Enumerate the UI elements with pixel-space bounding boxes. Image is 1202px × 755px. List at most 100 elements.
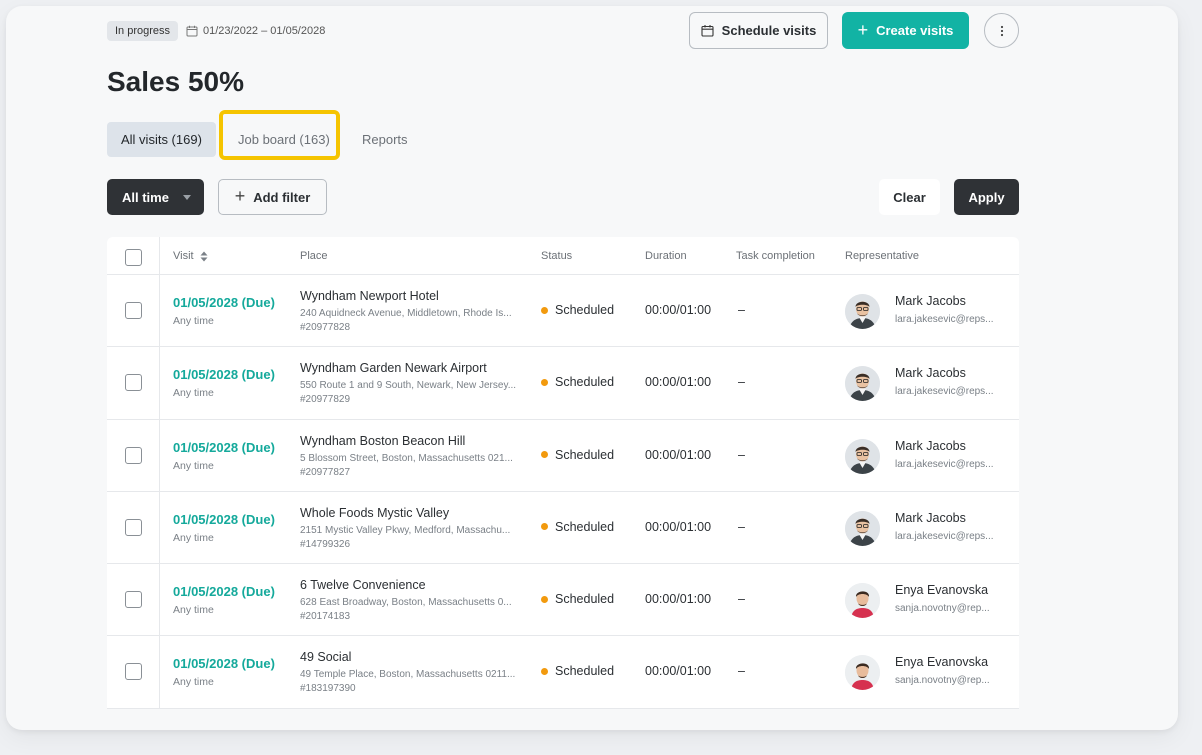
- status-label: Scheduled: [555, 592, 615, 607]
- add-filter-button[interactable]: + Add filter: [218, 179, 327, 215]
- visit-duration: 00:00/01:00: [645, 592, 712, 607]
- avatar: [845, 655, 880, 691]
- tab-reports[interactable]: Reports: [348, 122, 422, 157]
- avatar: [845, 583, 880, 619]
- status-badge: In progress: [107, 21, 179, 41]
- time-filter-dropdown[interactable]: All time: [107, 179, 204, 215]
- tab-all-visits[interactable]: All visits (169): [107, 122, 216, 157]
- avatar: [845, 438, 880, 474]
- table-body: 01/05/2028 (Due) Any time Wyndham Newpor…: [107, 275, 1019, 709]
- table-row[interactable]: 01/05/2028 (Due) Any time Whole Foods My…: [107, 492, 1019, 565]
- representative-email: sanja.novotny@rep...: [895, 675, 990, 687]
- place-address: 49 Temple Place, Boston, Massachusetts 0…: [300, 669, 516, 681]
- time-filter-label: All time: [122, 189, 169, 205]
- task-completion: –: [738, 592, 745, 607]
- representative-email: lara.jakesevic@reps...: [895, 530, 994, 542]
- representative-email: sanja.novotny@rep...: [895, 603, 990, 615]
- visit-date-link[interactable]: 01/05/2028 (Due): [173, 656, 275, 671]
- date-range: 01/23/2022 – 01/05/2028: [186, 21, 325, 41]
- place-id: #20977827: [300, 466, 351, 478]
- male-avatar-icon: [845, 510, 880, 546]
- place-address: 550 Route 1 and 9 South, Newark, New Jer…: [300, 380, 517, 392]
- row-checkbox[interactable]: [125, 518, 142, 536]
- task-completion: –: [738, 375, 745, 390]
- table-row[interactable]: 01/05/2028 (Due) Any time Wyndham Newpor…: [107, 275, 1019, 348]
- place-address: 5 Blossom Street, Boston, Massachusetts …: [300, 452, 513, 464]
- place-name: Wyndham Boston Beacon Hill: [300, 433, 466, 448]
- status-label: Scheduled: [555, 519, 615, 534]
- visit-duration: 00:00/01:00: [645, 375, 712, 390]
- sort-icon: [200, 251, 208, 261]
- row-checkbox[interactable]: [125, 374, 142, 392]
- create-visits-label: Create visits: [876, 23, 954, 38]
- add-filter-label: Add filter: [253, 189, 311, 205]
- place-address: 628 East Broadway, Boston, Massachusetts…: [300, 597, 512, 609]
- place-id: #14799326: [300, 538, 351, 550]
- table-header: Visit Place Status Duration Task complet…: [107, 237, 1019, 275]
- schedule-visits-label: Schedule visits: [721, 23, 817, 38]
- representative-name: Enya Evanovska: [895, 655, 989, 670]
- table-row[interactable]: 01/05/2028 (Due) Any time Wyndham Boston…: [107, 420, 1019, 492]
- place-id: #183197390: [300, 683, 356, 695]
- female-avatar-icon: [845, 583, 880, 619]
- visit-date-link[interactable]: 01/05/2028 (Due): [173, 295, 275, 310]
- task-completion: –: [738, 303, 745, 317]
- visit-duration: 00:00/01:00: [645, 447, 712, 462]
- status-dot-icon: [541, 667, 548, 675]
- row-checkbox[interactable]: [125, 302, 142, 319]
- place-name: Whole Foods Mystic Valley: [300, 505, 450, 520]
- avatar: [845, 294, 880, 329]
- plus-icon: +: [234, 186, 246, 206]
- male-avatar-icon: [845, 438, 880, 474]
- tab-job-board[interactable]: Job board (163): [224, 122, 344, 157]
- status-dot-icon: [541, 378, 548, 386]
- page-title: Sales 50%: [107, 66, 244, 97]
- place-id: #20174183: [300, 611, 351, 623]
- clear-button[interactable]: Clear: [879, 179, 940, 215]
- task-completion: –: [738, 519, 745, 534]
- plus-icon: +: [857, 19, 869, 40]
- visit-time: Any time: [173, 315, 214, 327]
- more-options-button[interactable]: [984, 13, 1019, 48]
- visits-table: Visit Place Status Duration Task complet…: [107, 237, 1019, 709]
- representative-name: Enya Evanovska: [895, 583, 989, 598]
- visit-time: Any time: [173, 459, 214, 472]
- row-checkbox[interactable]: [125, 663, 142, 681]
- visit-date-link[interactable]: 01/05/2028 (Due): [173, 367, 275, 382]
- avatar: [845, 366, 880, 402]
- representative-email: lara.jakesevic@reps...: [895, 314, 994, 325]
- visit-duration: 00:00/01:00: [645, 519, 712, 534]
- table-row[interactable]: 01/05/2028 (Due) Any time 6 Twelve Conve…: [107, 564, 1019, 637]
- place-address: 240 Aquidneck Avenue, Middletown, Rhode …: [300, 308, 512, 319]
- female-avatar-icon: [845, 655, 880, 691]
- place-id: #20977829: [300, 394, 351, 406]
- calendar-icon: [186, 25, 198, 37]
- apply-button[interactable]: Apply: [954, 179, 1019, 215]
- task-completion: –: [738, 447, 745, 462]
- visit-time: Any time: [173, 531, 214, 544]
- visit-status: Scheduled: [541, 448, 614, 462]
- representative-name: Mark Jacobs: [895, 366, 966, 381]
- place-id: #20977828: [300, 322, 351, 333]
- column-header-visit-label: Visit: [173, 250, 194, 262]
- select-all-checkbox[interactable]: [125, 249, 142, 266]
- row-checkbox[interactable]: [125, 591, 142, 609]
- create-visits-button[interactable]: + Create visits: [842, 12, 969, 49]
- schedule-visits-button[interactable]: Schedule visits: [689, 12, 828, 49]
- task-completion: –: [738, 664, 745, 679]
- visit-duration: 00:00/01:00: [645, 303, 712, 317]
- table-row[interactable]: 01/05/2028 (Due) Any time 49 Social 49 T…: [107, 636, 1019, 709]
- row-checkbox[interactable]: [125, 446, 142, 464]
- place-name: 6 Twelve Convenience: [300, 578, 426, 593]
- visit-date-link[interactable]: 01/05/2028 (Due): [173, 440, 275, 455]
- status-dot-icon: [541, 451, 548, 459]
- male-avatar-icon: [845, 366, 880, 402]
- visit-date-link[interactable]: 01/05/2028 (Due): [173, 512, 275, 527]
- calendar-icon: [701, 25, 714, 37]
- table-row[interactable]: 01/05/2028 (Due) Any time Wyndham Garden…: [107, 347, 1019, 420]
- visit-date-link[interactable]: 01/05/2028 (Due): [173, 584, 275, 599]
- column-header-visit[interactable]: Visit: [173, 237, 208, 275]
- place-address: 2151 Mystic Valley Pkwy, Medford, Massac…: [300, 524, 511, 536]
- visit-status: Scheduled: [541, 520, 614, 534]
- column-header-representative: Representative: [845, 250, 919, 262]
